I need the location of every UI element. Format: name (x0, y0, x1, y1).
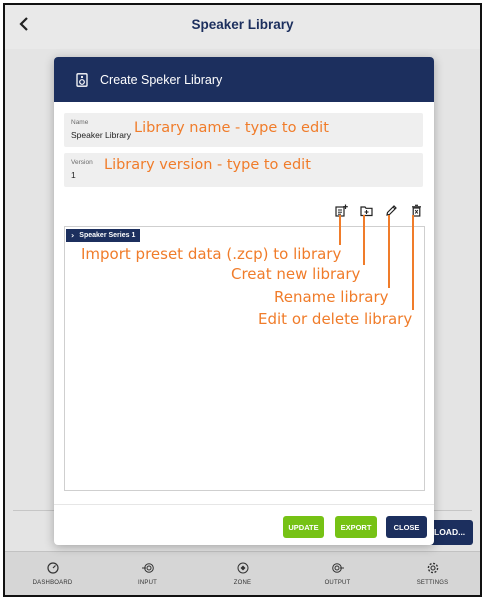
nav-item-input[interactable]: INPUT (100, 552, 195, 595)
update-button[interactable]: UPDATE (283, 516, 324, 538)
annotation-create-library: Creat new library (231, 265, 361, 283)
bottom-nav: DASHBOARD INPUT ZONE OUTPUT SETTINGS (5, 551, 480, 595)
nav-label-input: INPUT (138, 579, 157, 586)
settings-icon (427, 562, 438, 573)
nav-item-settings[interactable]: SETTINGS (385, 552, 480, 595)
app-frame: Speaker Library LOAD... DASHBOARD INPUT (3, 3, 482, 597)
nav-item-output[interactable]: OUTPUT (290, 552, 385, 595)
rename-pencil-icon[interactable] (385, 204, 398, 217)
nav-label-settings: SETTINGS (416, 579, 449, 586)
annotation-library-version: Library version - type to edit (104, 157, 311, 173)
tree-item-speaker-series-1[interactable]: › Speaker Series 1 (66, 229, 141, 242)
footer-divider (54, 504, 434, 505)
annotation-rename-library: Rename library (274, 288, 389, 306)
page-title: Speaker Library (191, 17, 294, 32)
annotation-edit-delete-library: Edit or delete library (258, 310, 413, 328)
nav-item-zone[interactable]: ZONE (195, 552, 290, 595)
library-version-label: Version (71, 159, 93, 166)
dialog-title: Create Speker Library (100, 72, 223, 87)
leader-line-import (339, 215, 341, 245)
leader-line-edit (412, 215, 414, 310)
app-header: Speaker Library (5, 5, 480, 49)
nav-label-output: OUTPUT (324, 579, 351, 586)
close-button[interactable]: CLOSE (386, 516, 427, 538)
nav-label-dashboard: DASHBOARD (32, 579, 73, 586)
leader-line-rename (388, 215, 390, 288)
nav-item-dashboard[interactable]: DASHBOARD (5, 552, 100, 595)
library-name-label: Name (71, 119, 89, 126)
nav-label-zone: ZONE (233, 579, 252, 586)
import-preset-icon[interactable] (335, 204, 348, 217)
export-button[interactable]: EXPORT (335, 516, 377, 538)
annotation-import-preset: Import preset data (.zcp) to library (81, 245, 342, 263)
dashboard-icon (46, 561, 59, 574)
input-icon (141, 562, 154, 573)
output-icon (331, 562, 344, 573)
dialog-header: Create Speker Library (54, 57, 434, 102)
tree-item-label: Speaker Series 1 (79, 232, 136, 239)
speaker-icon (76, 72, 88, 87)
annotation-library-name: Library name - type to edit (134, 120, 329, 136)
leader-line-create (363, 215, 365, 265)
new-library-icon[interactable] (360, 204, 373, 217)
chevron-right-icon: › (71, 231, 75, 240)
zone-icon (237, 562, 248, 573)
